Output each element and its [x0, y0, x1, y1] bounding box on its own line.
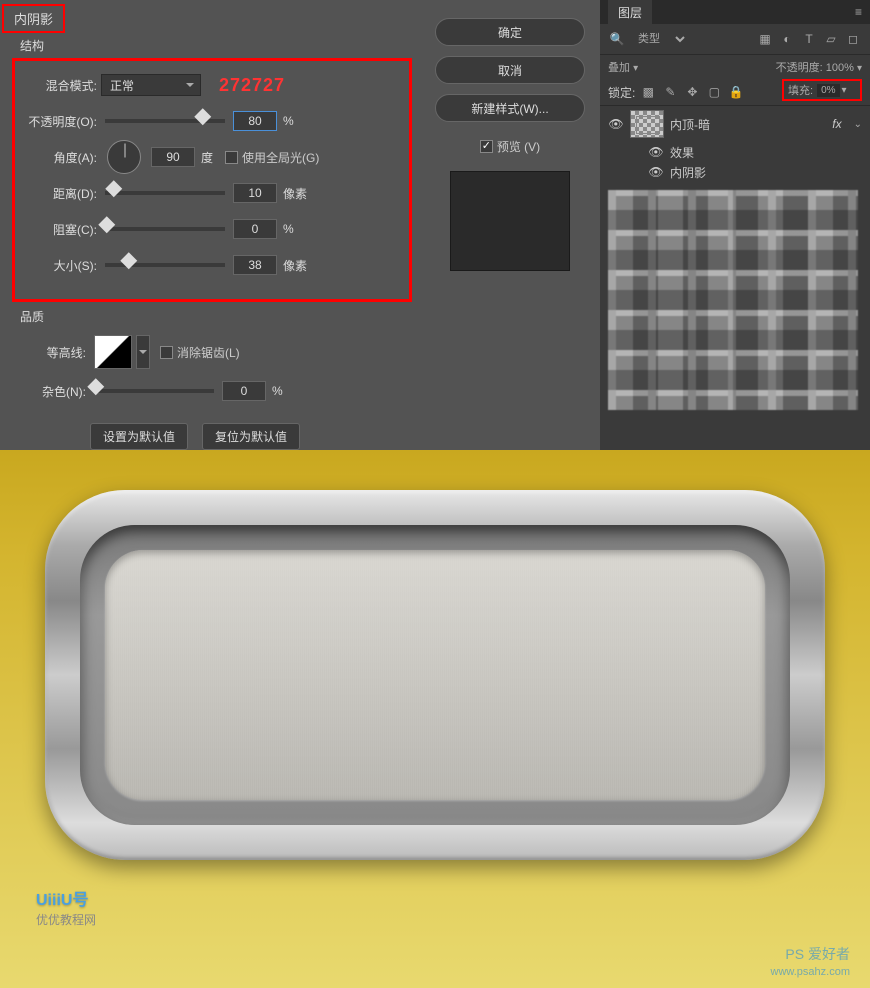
fill-highlight: 填充: 0% ▾: [782, 79, 862, 101]
contour-label: 等高线:: [18, 344, 90, 361]
cancel-button[interactable]: 取消: [435, 56, 585, 84]
layer-name: 内顶-暗: [670, 116, 710, 133]
layers-panel: 图层 ≡ 🔍 类型 ▦ ◐ T ▱ ◻ 叠加 ▾ 不透明度: 100% ▾ 锁定…: [600, 0, 870, 450]
quality-label: 品质: [0, 302, 420, 327]
distance-label: 距离(D):: [23, 185, 101, 202]
panel-menu-icon[interactable]: ≡: [855, 5, 862, 19]
filter-adjust-icon[interactable]: ◐: [778, 30, 796, 48]
watermark-right-sub: www.psahz.com: [771, 966, 850, 978]
choke-input[interactable]: [233, 219, 277, 239]
noise-unit: %: [272, 384, 283, 398]
antialias-checkbox[interactable]: [160, 346, 173, 359]
ok-button[interactable]: 确定: [435, 18, 585, 46]
opacity-unit: %: [283, 114, 294, 128]
filter-shape-icon[interactable]: ▱: [822, 30, 840, 48]
quality-group: 等高线: 消除锯齿(L) 杂色(N): % 设置为默认值 复位为默认值: [0, 327, 420, 458]
lock-brush-icon[interactable]: ✎: [661, 83, 679, 101]
layer-row[interactable]: 👁 内顶-暗 fx ⌄: [600, 106, 870, 142]
fill-label: 填充:: [788, 82, 813, 98]
preview-label: 预览 (V): [497, 138, 540, 155]
new-style-button[interactable]: 新建样式(W)...: [435, 94, 585, 122]
blend-mode-label: 混合模式:: [23, 77, 101, 94]
noise-label: 杂色(N):: [18, 383, 90, 400]
inner-shadow-effect-row[interactable]: 👁 内阴影: [600, 162, 870, 182]
search-icon[interactable]: 🔍: [608, 30, 626, 48]
choke-label: 阻塞(C):: [23, 221, 101, 238]
inner-shadow-label: 内阴影: [670, 164, 706, 181]
angle-label: 角度(A):: [23, 149, 101, 166]
watermark-right: PS 爱好者: [785, 944, 850, 964]
blurred-layers-area: [608, 190, 858, 410]
distance-unit: 像素: [283, 185, 307, 202]
lock-pixels-icon[interactable]: ▩: [639, 83, 657, 101]
blend-mode-value: 正常: [110, 77, 134, 94]
panel-opacity-label: 不透明度:: [776, 62, 823, 74]
filter-smart-icon[interactable]: ◻: [844, 30, 862, 48]
panel-opacity-value[interactable]: 100%: [826, 62, 854, 74]
lock-all-icon[interactable]: 🔒: [727, 83, 745, 101]
set-default-button[interactable]: 设置为默认值: [90, 423, 188, 450]
visibility-icon[interactable]: 👁: [648, 144, 664, 160]
effects-label: 效果: [670, 144, 694, 161]
lock-position-icon[interactable]: ✥: [683, 83, 701, 101]
preview-swatch: [450, 171, 570, 271]
preview-checkbox[interactable]: [480, 140, 493, 153]
opacity-slider[interactable]: [105, 119, 225, 123]
layer-blend-dropdown[interactable]: 叠加 ▾: [608, 59, 638, 75]
visibility-icon[interactable]: 👁: [648, 164, 664, 180]
metal-button-inner: [80, 525, 790, 825]
opacity-label: 不透明度(O):: [23, 113, 101, 130]
watermark-left: UiiiU号: [36, 886, 88, 910]
contour-picker[interactable]: [94, 335, 132, 369]
fx-badge[interactable]: fx: [832, 117, 841, 131]
structure-label: 结构: [0, 33, 420, 56]
lock-label: 锁定:: [608, 84, 635, 101]
distance-slider[interactable]: [105, 191, 225, 195]
lock-artboard-icon[interactable]: ▢: [705, 83, 723, 101]
size-slider[interactable]: [105, 263, 225, 267]
dialog-actions: 确定 取消 新建样式(W)... 预览 (V): [420, 0, 600, 450]
global-light-label: 使用全局光(G): [242, 149, 319, 166]
global-light-checkbox[interactable]: [225, 151, 238, 164]
antialias-label: 消除锯齿(L): [177, 344, 240, 361]
noise-slider[interactable]: [94, 389, 214, 393]
opacity-input[interactable]: [233, 111, 277, 131]
layers-tab[interactable]: 图层: [608, 0, 652, 25]
size-unit: 像素: [283, 257, 307, 274]
layer-thumbnail[interactable]: [630, 110, 664, 138]
angle-dial[interactable]: [107, 140, 141, 174]
effects-row[interactable]: 👁 效果: [600, 142, 870, 162]
filter-pixel-icon[interactable]: ▦: [756, 30, 774, 48]
angle-input[interactable]: [151, 147, 195, 167]
choke-unit: %: [283, 222, 294, 236]
noise-input[interactable]: [222, 381, 266, 401]
size-label: 大小(S):: [23, 257, 101, 274]
effect-tab[interactable]: 内阴影: [2, 4, 65, 33]
structure-group: 混合模式: 正常 272727 不透明度(O): % 角度(A): 度 使用全局…: [12, 58, 412, 302]
watermark-left-sub: 优优教程网: [36, 911, 96, 928]
filter-type-dropdown[interactable]: 类型: [630, 30, 688, 48]
layer-style-panel: 内阴影 结构 混合模式: 正常 272727 不透明度(O): % 角度(A):…: [0, 0, 420, 450]
metal-button-surface: [105, 550, 765, 800]
angle-unit: 度: [201, 149, 213, 166]
filter-type-icon[interactable]: T: [800, 30, 818, 48]
metal-button-outer: [45, 490, 825, 860]
size-input[interactable]: [233, 255, 277, 275]
fill-value[interactable]: 0%: [817, 84, 839, 97]
blend-mode-dropdown[interactable]: 正常: [101, 74, 201, 96]
color-code-annotation: 272727: [219, 75, 285, 96]
reset-default-button[interactable]: 复位为默认值: [202, 423, 300, 450]
contour-dropdown-button[interactable]: [136, 335, 150, 369]
result-preview: UiiiU号 优优教程网 PS 爱好者 www.psahz.com: [0, 450, 870, 988]
visibility-icon[interactable]: 👁: [608, 116, 624, 132]
fx-chevron-icon[interactable]: ⌄: [854, 119, 862, 130]
distance-input[interactable]: [233, 183, 277, 203]
choke-slider[interactable]: [105, 227, 225, 231]
